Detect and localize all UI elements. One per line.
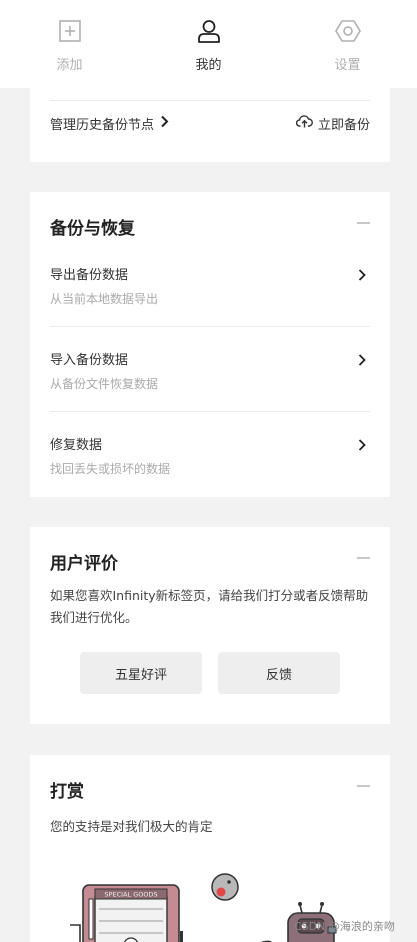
nav-mine[interactable]: 我的 bbox=[164, 18, 254, 73]
nav-add-label: 添加 bbox=[56, 58, 83, 73]
chevron-right-icon bbox=[154, 115, 169, 132]
repair-data-subtitle: 找回丢失或损坏的数据 bbox=[50, 462, 171, 476]
manage-history-link[interactable]: 管理历史备份节点 bbox=[50, 114, 169, 133]
five-star-button[interactable]: 五星好评 bbox=[80, 652, 202, 694]
chevron-right-icon bbox=[358, 351, 366, 370]
divider bbox=[50, 411, 370, 412]
chevron-right-icon bbox=[358, 266, 366, 285]
user-review-card: 用户评价 如果您喜欢Infinity新标签页，请给我们打分或者反馈帮助我们进行优… bbox=[30, 527, 390, 724]
nav-mine-label: 我的 bbox=[195, 58, 222, 73]
reward-subtitle: 您的支持是对我们极大的肯定 bbox=[50, 819, 213, 834]
collapse-icon[interactable] bbox=[357, 222, 370, 224]
nav-settings[interactable]: 设置 bbox=[303, 18, 393, 73]
divider bbox=[50, 326, 370, 327]
import-backup-row[interactable]: 导入备份数据 从备份文件恢复数据 bbox=[50, 349, 370, 434]
sign-text: SPECIAL GOODS bbox=[104, 891, 157, 899]
reward-card: 打赏 您的支持是对我们极大的肯定 SPECIAL GOODS bbox=[30, 755, 390, 942]
backup-bar-card: 管理历史备份节点 立即备份 bbox=[30, 88, 390, 162]
backup-restore-card: 备份与恢复 导出备份数据 从当前本地数据导出 导入备份数据 从备份文件恢复数据 … bbox=[30, 192, 390, 497]
review-description: 如果您喜欢Infinity新标签页，请给我们打分或者反馈帮助我们进行优化。 bbox=[50, 588, 369, 625]
cloud-upload-icon bbox=[295, 114, 318, 132]
export-backup-subtitle: 从当前本地数据导出 bbox=[50, 292, 159, 306]
manage-history-label: 管理历史备份节点 bbox=[50, 117, 155, 133]
user-icon bbox=[196, 18, 222, 48]
collapse-icon[interactable] bbox=[357, 557, 370, 559]
import-backup-subtitle: 从备份文件恢复数据 bbox=[50, 377, 159, 391]
repair-data-title: 修复数据 bbox=[50, 438, 103, 453]
backup-bar-row: 管理历史备份节点 立即备份 bbox=[50, 112, 370, 134]
nav-settings-label: 设置 bbox=[334, 58, 361, 73]
feedback-button[interactable]: 反馈 bbox=[218, 652, 340, 694]
chevron-right-icon bbox=[358, 436, 366, 455]
backup-now-button[interactable]: 立即备份 bbox=[295, 114, 370, 133]
nav-add[interactable]: 添加 bbox=[25, 18, 115, 73]
top-nav: 添加 我的 设置 bbox=[0, 0, 417, 88]
plus-square-icon bbox=[57, 18, 83, 48]
backup-now-label: 立即备份 bbox=[317, 117, 370, 133]
import-backup-title: 导入备份数据 bbox=[50, 353, 129, 368]
reward-title: 打赏 bbox=[50, 782, 84, 802]
watermark: CSDN @海浪的亲吻 bbox=[294, 920, 395, 933]
gear-hexagon-icon bbox=[334, 18, 361, 48]
export-backup-row[interactable]: 导出备份数据 从当前本地数据导出 bbox=[50, 264, 370, 349]
export-backup-title: 导出备份数据 bbox=[50, 268, 129, 283]
backup-restore-title: 备份与恢复 bbox=[50, 219, 135, 239]
user-review-title: 用户评价 bbox=[50, 554, 118, 574]
collapse-icon[interactable] bbox=[357, 785, 370, 787]
divider bbox=[50, 100, 370, 101]
repair-data-row[interactable]: 修复数据 找回丢失或损坏的数据 bbox=[50, 434, 370, 519]
